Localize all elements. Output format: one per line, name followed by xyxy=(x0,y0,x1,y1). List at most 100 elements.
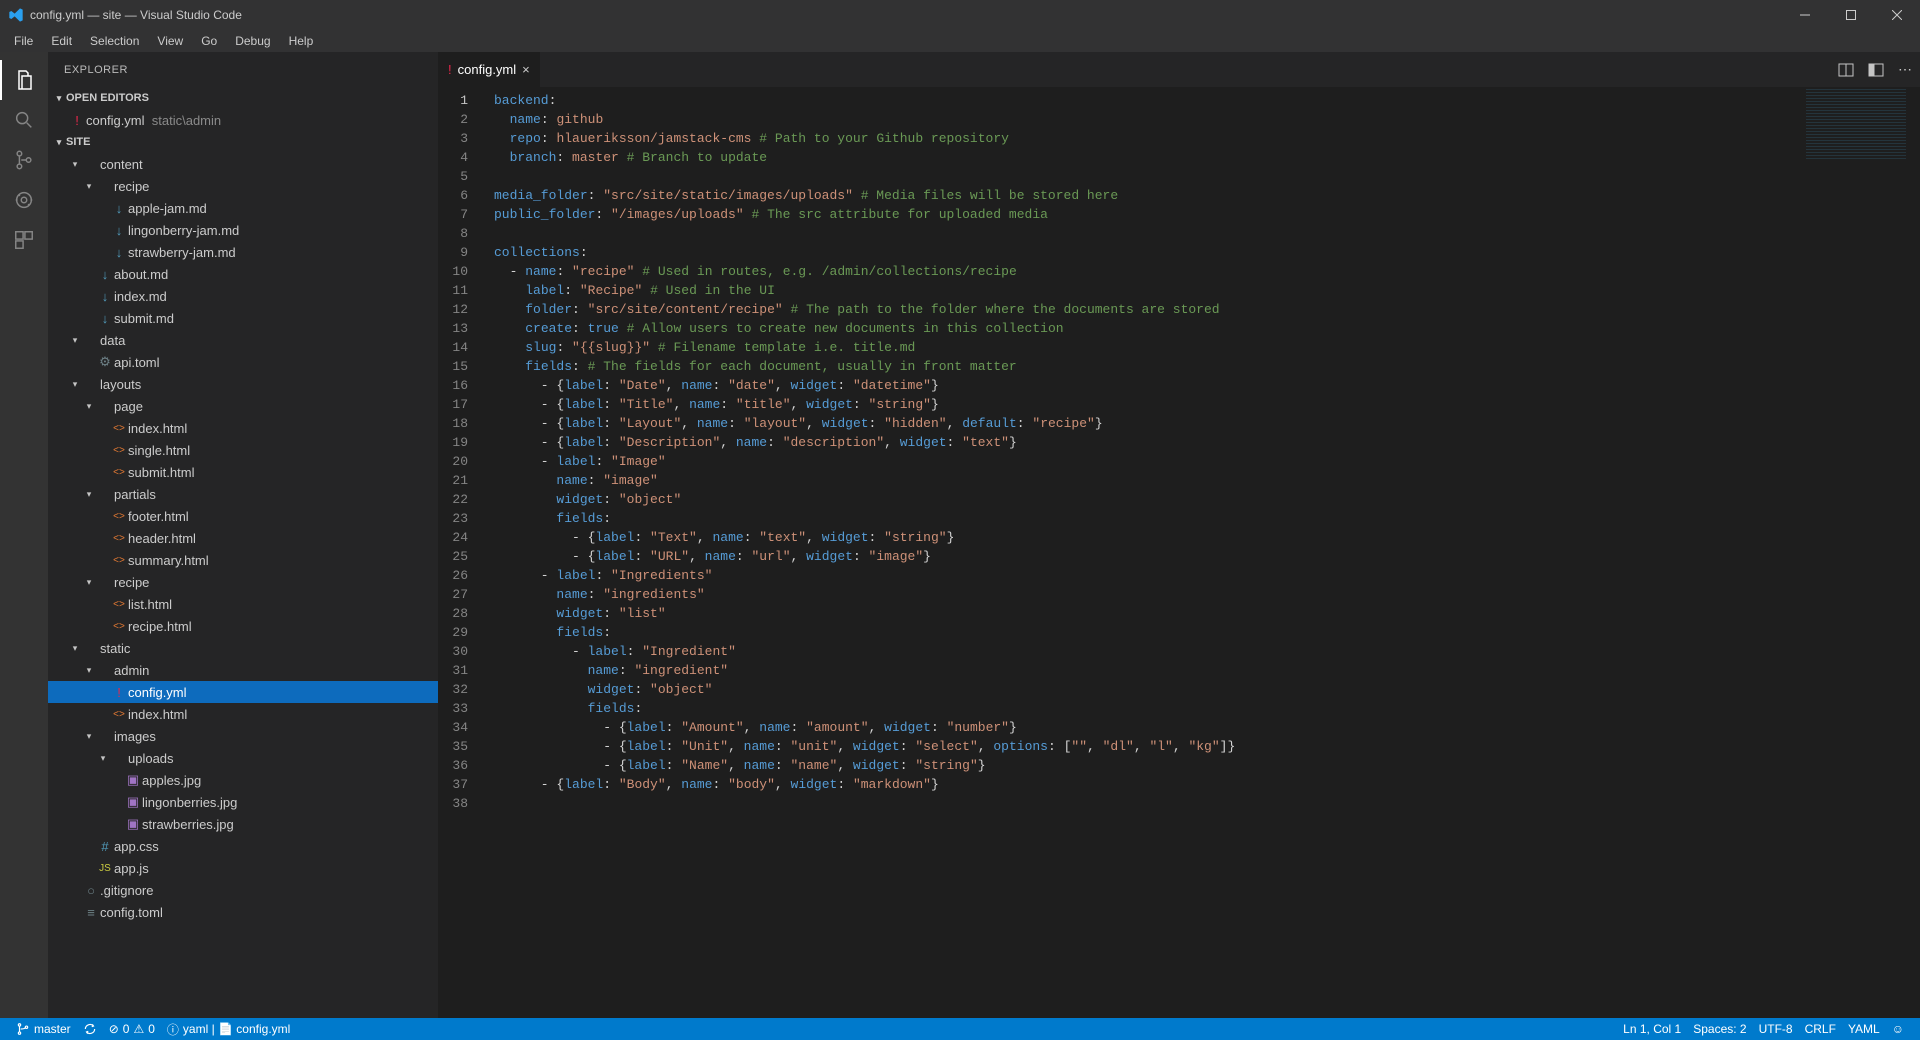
folder-page[interactable]: ▾page xyxy=(48,395,438,417)
file-footer.html[interactable]: <>footer.html xyxy=(48,505,438,527)
minimize-button[interactable] xyxy=(1782,0,1828,30)
file-apple-jam.md[interactable]: ↓apple-jam.md xyxy=(48,197,438,219)
file-apples.jpg[interactable]: ▣apples.jpg xyxy=(48,769,438,791)
file-.gitignore[interactable]: ○.gitignore xyxy=(48,879,438,901)
open-editor-path: static\admin xyxy=(152,113,221,128)
status-eol[interactable]: CRLF xyxy=(1799,1022,1842,1036)
file-recipe.html[interactable]: <>recipe.html xyxy=(48,615,438,637)
chevron-icon: ▾ xyxy=(68,335,82,346)
yaml-icon: ! xyxy=(448,62,452,77)
folder-admin[interactable]: ▾admin xyxy=(48,659,438,681)
chevron-icon: ▾ xyxy=(82,577,96,588)
file-index.html[interactable]: <>index.html xyxy=(48,703,438,725)
activity-explorer-icon[interactable] xyxy=(0,60,48,100)
file-config.toml[interactable]: ≡config.toml xyxy=(48,901,438,923)
folder-layouts[interactable]: ▾layouts xyxy=(48,373,438,395)
file-type-icon: ↓ xyxy=(110,223,128,238)
file-api.toml[interactable]: ⚙api.toml xyxy=(48,351,438,373)
status-lang[interactable]: YAML xyxy=(1842,1022,1886,1036)
status-encoding[interactable]: UTF-8 xyxy=(1753,1022,1799,1036)
folder-partials[interactable]: ▾partials xyxy=(48,483,438,505)
tree-item-label: apples.jpg xyxy=(142,773,201,788)
editor-body[interactable]: 1234567891011121314151617181920212223242… xyxy=(438,87,1920,1018)
folder-static[interactable]: ▾static xyxy=(48,637,438,659)
file-strawberries.jpg[interactable]: ▣strawberries.jpg xyxy=(48,813,438,835)
file-single.html[interactable]: <>single.html xyxy=(48,439,438,461)
activity-extensions-icon[interactable] xyxy=(0,220,48,260)
close-icon[interactable]: × xyxy=(522,62,530,77)
tree-item-label: submit.md xyxy=(114,311,174,326)
file-type-icon: ↓ xyxy=(96,267,114,282)
tree-item-label: lingonberries.jpg xyxy=(142,795,237,810)
status-info[interactable]: ⓘyaml | 📄 config.yml xyxy=(161,1021,296,1038)
menu-view[interactable]: View xyxy=(149,32,191,50)
status-feedback-icon[interactable]: ☺ xyxy=(1886,1022,1910,1036)
code-content[interactable]: backend: name: github repo: hlaueriksson… xyxy=(486,87,1920,1018)
close-button[interactable] xyxy=(1874,0,1920,30)
maximize-button[interactable] xyxy=(1828,0,1874,30)
file-list.html[interactable]: <>list.html xyxy=(48,593,438,615)
project-header[interactable]: ▾ SITE xyxy=(48,131,438,153)
file-lingonberries.jpg[interactable]: ▣lingonberries.jpg xyxy=(48,791,438,813)
file-type-icon: <> xyxy=(110,533,128,544)
folder-content[interactable]: ▾content xyxy=(48,153,438,175)
status-problems[interactable]: ⊘0 ⚠0 xyxy=(103,1022,161,1036)
status-sync[interactable] xyxy=(77,1022,103,1036)
tree-item-label: footer.html xyxy=(128,509,189,524)
file-type-icon: <> xyxy=(110,599,128,610)
open-editor-item[interactable]: ! config.yml static\admin xyxy=(48,109,438,131)
activity-debug-icon[interactable] xyxy=(0,180,48,220)
yaml-icon: ! xyxy=(68,113,86,128)
file-type-icon: <> xyxy=(110,423,128,434)
menu-go[interactable]: Go xyxy=(193,32,225,50)
file-submit.html[interactable]: <>submit.html xyxy=(48,461,438,483)
file-type-icon: ▣ xyxy=(124,816,142,832)
file-index.md[interactable]: ↓index.md xyxy=(48,285,438,307)
file-header.html[interactable]: <>header.html xyxy=(48,527,438,549)
menu-edit[interactable]: Edit xyxy=(43,32,80,50)
file-app.css[interactable]: #app.css xyxy=(48,835,438,857)
more-icon[interactable]: ⋯ xyxy=(1898,61,1912,78)
folder-data[interactable]: ▾data xyxy=(48,329,438,351)
file-type-icon: <> xyxy=(110,511,128,522)
tree-item-label: app.css xyxy=(114,839,159,854)
status-ln-col[interactable]: Ln 1, Col 1 xyxy=(1617,1022,1687,1036)
folder-recipe[interactable]: ▾ recipe xyxy=(48,571,438,593)
file-type-icon: <> xyxy=(110,621,128,632)
file-config.yml[interactable]: !config.yml xyxy=(48,681,438,703)
folder-recipe[interactable]: ▾recipe xyxy=(48,175,438,197)
file-about.md[interactable]: ↓about.md xyxy=(48,263,438,285)
menu-debug[interactable]: Debug xyxy=(227,32,278,50)
file-type-icon: <> xyxy=(110,709,128,720)
menu-selection[interactable]: Selection xyxy=(82,32,147,50)
activity-search-icon[interactable] xyxy=(0,100,48,140)
menu-help[interactable]: Help xyxy=(281,32,322,50)
file-type-icon: ▣ xyxy=(124,794,142,810)
status-bar: master ⊘0 ⚠0 ⓘyaml | 📄 config.yml Ln 1, … xyxy=(0,1018,1920,1040)
tab-config-yml[interactable]: ! config.yml × xyxy=(438,52,541,87)
tree-item-label: strawberries.jpg xyxy=(142,817,234,832)
folder-images[interactable]: ▾images xyxy=(48,725,438,747)
open-editor-filename: config.yml xyxy=(86,113,145,128)
chevron-icon: ▾ xyxy=(96,753,110,764)
file-strawberry-jam.md[interactable]: ↓strawberry-jam.md xyxy=(48,241,438,263)
window-title: config.yml — site — Visual Studio Code xyxy=(30,8,1782,22)
file-type-icon: ≡ xyxy=(82,905,100,920)
open-editors-header[interactable]: ▾ OPEN EDITORS xyxy=(48,87,438,109)
file-submit.md[interactable]: ↓submit.md xyxy=(48,307,438,329)
status-spaces[interactable]: Spaces: 2 xyxy=(1687,1022,1752,1036)
status-branch[interactable]: master xyxy=(10,1022,77,1036)
minimap[interactable] xyxy=(1806,89,1906,159)
file-summary.html[interactable]: <>summary.html xyxy=(48,549,438,571)
split-editor-icon[interactable] xyxy=(1838,62,1854,78)
menu-file[interactable]: File xyxy=(6,32,41,50)
tree-item-label: submit.html xyxy=(128,465,194,480)
folder-uploads[interactable]: ▾uploads xyxy=(48,747,438,769)
file-app.js[interactable]: JSapp.js xyxy=(48,857,438,879)
file-tree: ▾content ▾ recipe ↓apple-jam.md↓lingonberry… xyxy=(48,153,438,1018)
file-lingonberry-jam.md[interactable]: ↓lingonberry-jam.md xyxy=(48,219,438,241)
activity-source-control-icon[interactable] xyxy=(0,140,48,180)
file-index.html[interactable]: <>index.html xyxy=(48,417,438,439)
panel-toggle-icon[interactable] xyxy=(1868,62,1884,78)
tree-item-label: recipe xyxy=(114,575,149,590)
